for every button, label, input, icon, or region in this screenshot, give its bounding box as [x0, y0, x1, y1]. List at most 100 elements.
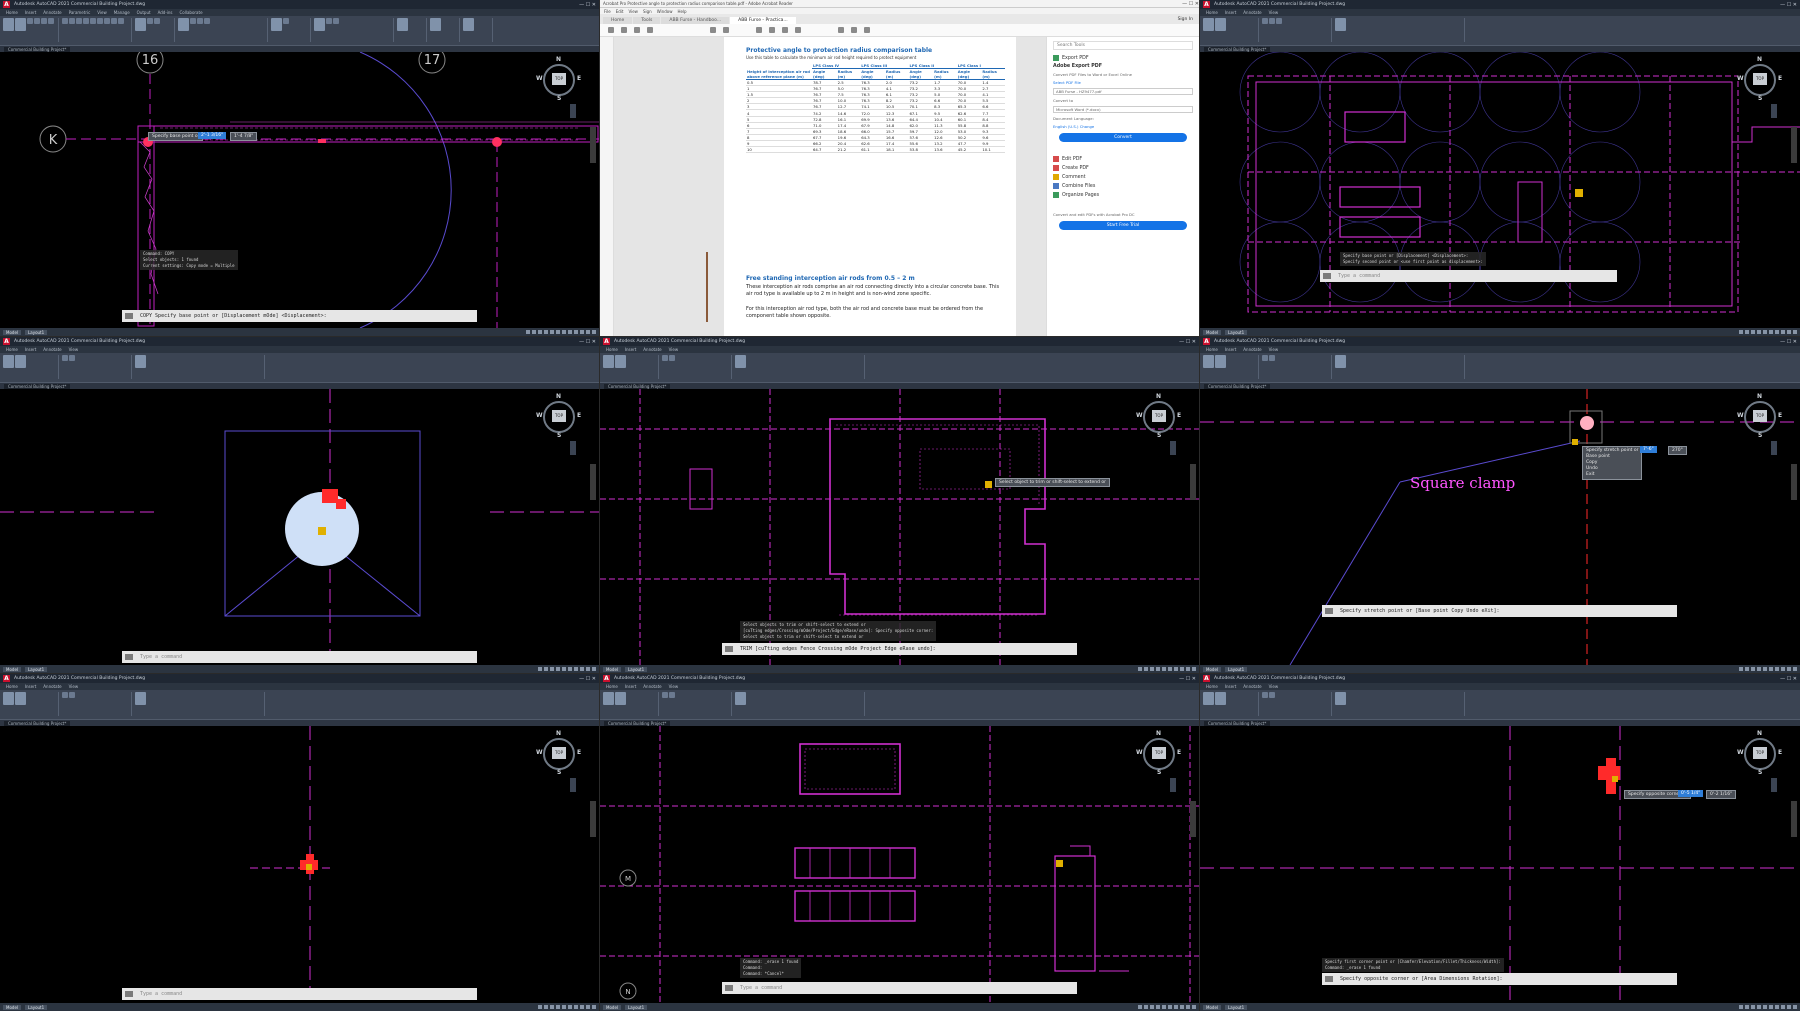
- ribbon-tab-home[interactable]: Home: [606, 347, 618, 352]
- ribbon-tab-annotate[interactable]: Annotate: [1243, 684, 1261, 689]
- compass-s[interactable]: S: [1758, 432, 1762, 439]
- autocad-logo-icon[interactable]: A: [1203, 675, 1210, 682]
- copy-icon[interactable]: [1269, 18, 1275, 24]
- ribbon-tab-manage[interactable]: Manage: [114, 10, 130, 15]
- polyline-tool-icon[interactable]: [15, 692, 26, 705]
- layout-tab[interactable]: Layout1: [1225, 666, 1248, 672]
- move-icon[interactable]: [62, 692, 68, 698]
- search-icon[interactable]: [647, 27, 653, 33]
- window-controls[interactable]: — ☐ ✕: [1780, 676, 1797, 682]
- organize-pages-tool[interactable]: Organize Pages: [1053, 192, 1193, 198]
- layout-tab[interactable]: Layout1: [625, 1004, 648, 1010]
- ribbon-tab-home[interactable]: Home: [606, 684, 618, 689]
- compass-s[interactable]: S: [1758, 769, 1762, 776]
- layout-tab[interactable]: Layout1: [625, 666, 648, 672]
- navigation-bar[interactable]: [1771, 104, 1777, 118]
- compass-e[interactable]: E: [1778, 412, 1782, 419]
- sign-icon[interactable]: [864, 27, 870, 33]
- trim-icon[interactable]: [1276, 18, 1282, 24]
- select-tool-icon[interactable]: [756, 27, 762, 33]
- ribbon-tab-view[interactable]: View: [69, 684, 79, 689]
- window-controls[interactable]: — ☐ ✕: [579, 339, 596, 345]
- ribbon-tab-insert[interactable]: Insert: [625, 684, 636, 689]
- fillet-icon[interactable]: [97, 18, 103, 24]
- doc-tab[interactable]: Commercial Building Project*: [1204, 720, 1271, 726]
- tab-tools[interactable]: Tools: [633, 17, 661, 24]
- compass-e[interactable]: E: [577, 75, 581, 82]
- compass-w[interactable]: W: [1136, 749, 1143, 756]
- ribbon-tab-view[interactable]: View: [97, 10, 107, 15]
- ribbon-tab-annotate[interactable]: Annotate: [643, 347, 661, 352]
- command-line[interactable]: Type a command: [122, 651, 477, 663]
- viewcube-face[interactable]: TOP: [1753, 410, 1767, 422]
- compass-s[interactable]: S: [1157, 769, 1161, 776]
- compass-w[interactable]: W: [1737, 75, 1744, 82]
- menu-view[interactable]: View: [628, 9, 638, 14]
- doc-tab[interactable]: Commercial Building Project*: [604, 720, 671, 726]
- trim-icon[interactable]: [76, 18, 82, 24]
- line-tool-icon[interactable]: [3, 692, 14, 705]
- ribbon-tab-view[interactable]: View: [669, 684, 679, 689]
- dynamic-input-y[interactable]: 1'-4 7/8": [230, 132, 258, 141]
- layout-tab[interactable]: Layout1: [1225, 329, 1248, 335]
- ribbon-tab-addins[interactable]: Add-ins: [158, 10, 173, 15]
- vertical-scrollbar[interactable]: [1791, 127, 1797, 163]
- line-tool-icon[interactable]: [603, 355, 614, 368]
- scale-icon[interactable]: [111, 18, 117, 24]
- compass-n[interactable]: N: [1757, 730, 1762, 737]
- model-tab[interactable]: Model: [603, 1004, 622, 1010]
- save-icon[interactable]: [608, 27, 614, 33]
- trim-icon[interactable]: [669, 355, 675, 361]
- ribbon-tab-view[interactable]: View: [669, 347, 679, 352]
- compass-n[interactable]: N: [556, 393, 561, 400]
- compass-w[interactable]: W: [1737, 749, 1744, 756]
- circle-tool-icon[interactable]: [27, 18, 33, 24]
- viewcube[interactable]: TOP N S W E: [1136, 393, 1181, 439]
- ribbon-tab-insert[interactable]: Insert: [25, 347, 36, 352]
- layout-tab[interactable]: Layout1: [1225, 1004, 1248, 1010]
- layout-tab[interactable]: Layout1: [25, 1004, 48, 1010]
- navigation-bar[interactable]: [570, 104, 576, 118]
- status-icons[interactable]: [1739, 1005, 1797, 1009]
- viewcube-face[interactable]: TOP: [552, 73, 566, 85]
- array-icon[interactable]: [118, 18, 124, 24]
- viewcube[interactable]: TOP N S W E: [536, 56, 581, 102]
- window-controls[interactable]: — ☐ ✕: [1780, 339, 1797, 345]
- layer-icon[interactable]: [190, 18, 196, 24]
- polyline-tool-icon[interactable]: [615, 355, 626, 368]
- viewcube[interactable]: TOP N S W E: [536, 730, 581, 776]
- doc-tab[interactable]: Commercial Building Project*: [4, 46, 71, 52]
- model-tab[interactable]: Model: [3, 1004, 22, 1010]
- status-icons[interactable]: [538, 667, 596, 671]
- rectangle-tool-icon[interactable]: [1215, 692, 1226, 705]
- paste-icon[interactable]: [463, 18, 474, 31]
- vertical-scrollbar[interactable]: [590, 464, 596, 500]
- menu-file[interactable]: File: [604, 9, 611, 14]
- color-icon[interactable]: [326, 18, 332, 24]
- measure-icon[interactable]: [430, 18, 441, 31]
- compass-e[interactable]: E: [1778, 75, 1782, 82]
- ribbon-tab-home[interactable]: Home: [1206, 347, 1218, 352]
- compass-e[interactable]: E: [577, 412, 581, 419]
- menu-sign[interactable]: Sign: [643, 9, 652, 14]
- command-line[interactable]: Type a command: [122, 988, 477, 1000]
- viewcube-face[interactable]: TOP: [552, 410, 566, 422]
- drawing-viewport[interactable]: Type a command TOP N S W E: [0, 726, 599, 1003]
- viewcube[interactable]: TOP N S W E: [1737, 730, 1782, 776]
- email-icon[interactable]: [634, 27, 640, 33]
- compass-e[interactable]: E: [1177, 749, 1181, 756]
- highlight-icon[interactable]: [851, 27, 857, 33]
- navigation-bar[interactable]: [1170, 778, 1176, 792]
- format-select[interactable]: Microsoft Word (*.docx): [1053, 106, 1193, 113]
- move-icon[interactable]: [662, 692, 668, 698]
- move-icon[interactable]: [1262, 355, 1268, 361]
- viewcube[interactable]: TOP N S W E: [536, 393, 581, 439]
- status-icons[interactable]: [1739, 667, 1797, 671]
- menu-edit[interactable]: Edit: [616, 9, 624, 14]
- ribbon-tab-home[interactable]: Home: [6, 347, 18, 352]
- rectangle-tool-icon[interactable]: [41, 18, 47, 24]
- viewcube-face[interactable]: TOP: [1753, 747, 1767, 759]
- model-tab[interactable]: Model: [1203, 1004, 1222, 1010]
- line-tool-icon[interactable]: [3, 355, 14, 368]
- navigation-bar[interactable]: [1170, 441, 1176, 455]
